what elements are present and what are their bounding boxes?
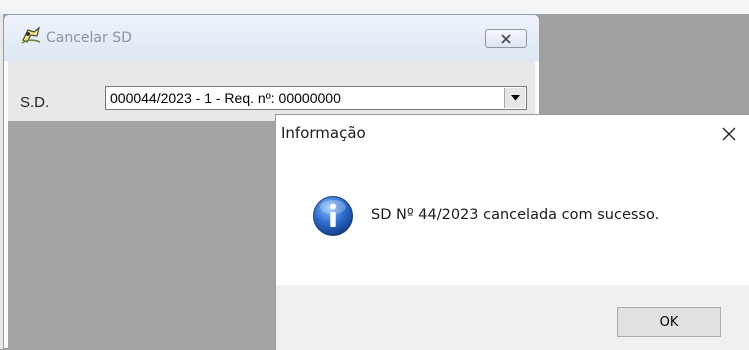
close-icon <box>722 127 736 141</box>
ok-button[interactable]: OK <box>617 307 721 337</box>
window-close-button[interactable] <box>485 29 527 48</box>
sd-selected-value: 000044/2023 - 1 - Req. nº: 00000000 <box>110 90 341 106</box>
sd-label: S.D. <box>20 94 50 111</box>
window-title-bar[interactable]: Cancelar SD <box>4 15 539 61</box>
mdi-top-strip <box>0 0 749 14</box>
dialog-title: Informação <box>281 124 366 142</box>
close-icon <box>501 33 511 44</box>
chevron-down-icon <box>510 95 520 101</box>
dialog-button-bar: OK <box>276 285 749 350</box>
info-icon <box>313 196 353 236</box>
app-icon <box>21 26 41 44</box>
dialog-message: SD Nº 44/2023 cancelada com sucesso. <box>371 207 660 223</box>
window-title: Cancelar SD <box>46 30 132 46</box>
form-area: S.D. 000044/2023 - 1 - Req. nº: 00000000 <box>8 61 535 121</box>
sd-select[interactable]: 000044/2023 - 1 - Req. nº: 00000000 <box>105 86 527 110</box>
dialog-close-button[interactable] <box>716 121 742 147</box>
sd-dropdown-button[interactable] <box>504 88 525 108</box>
info-dialog: Informação SD Nº 44/2023 cancelada com s… <box>275 114 749 350</box>
